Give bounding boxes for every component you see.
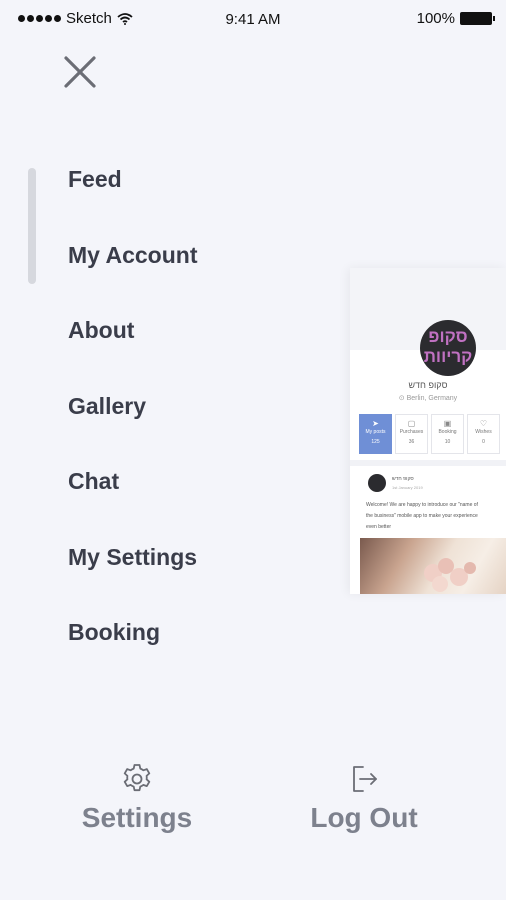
menu-item-my-account[interactable]: My Account xyxy=(68,236,198,312)
status-bar: Sketch 9:41 AM 100% xyxy=(0,0,506,38)
battery-icon xyxy=(460,12,495,25)
menu-item-chat[interactable]: Chat xyxy=(68,462,198,538)
preview-profile-name: סקופ חדש xyxy=(408,380,448,390)
preview-post-line: Welcome! We are happy to introduce our "… xyxy=(366,502,478,508)
preview-stat-my-posts: ➤ My posts 125 xyxy=(359,414,392,454)
preview-stat-label: Purchases xyxy=(399,429,424,435)
location-pin-icon: ⊙ xyxy=(398,395,407,402)
preview-stat-booking: ▣ Booking 10 xyxy=(431,414,464,454)
menu-item-gallery[interactable]: Gallery xyxy=(68,387,198,463)
menu-item-booking[interactable]: Booking xyxy=(68,613,198,689)
preview-stat-label: Booking xyxy=(438,429,457,435)
bag-icon: ▢ xyxy=(407,419,416,428)
preview-stat-wishes: ♡ Wishes 0 xyxy=(467,414,500,454)
close-icon xyxy=(64,56,96,88)
gear-icon xyxy=(123,764,151,792)
settings-button[interactable]: Settings xyxy=(47,762,227,834)
logout-icon xyxy=(353,766,377,792)
preview-location-text: Berlin, Germany xyxy=(406,395,458,402)
preview-profile-location: ⊙ Berlin, Germany xyxy=(350,394,506,402)
preview-stat-value: 10 xyxy=(444,439,451,445)
preview-stats-row: ➤ My posts 125 ▢ Purchases 36 ▣ Booking … xyxy=(359,414,500,454)
app-screen-preview[interactable]: סקופ קריוות סקופ חדש ⊙ Berlin, Germany ➤… xyxy=(350,268,506,594)
menu-item-my-settings[interactable]: My Settings xyxy=(68,538,198,614)
calendar-icon: ▣ xyxy=(443,419,452,428)
preview-stat-label: Wishes xyxy=(475,429,492,435)
preview-stat-label: My posts xyxy=(365,429,386,435)
preview-post-line: the business" mobile app to make your ex… xyxy=(366,513,478,519)
heart-icon: ♡ xyxy=(479,419,488,428)
preview-post-date: 1st January 2019 xyxy=(392,485,423,490)
logout-label: Log Out xyxy=(310,802,418,833)
battery-area: 100% xyxy=(416,10,495,27)
preview-divider xyxy=(350,460,506,466)
preview-post-author: סקופ חדש xyxy=(392,476,414,482)
preview-stat-value: 125 xyxy=(371,439,380,445)
preview-post-line: even better xyxy=(366,524,392,530)
close-button[interactable] xyxy=(62,54,98,90)
preview-stat-purchases: ▢ Purchases 36 xyxy=(395,414,428,454)
settings-label: Settings xyxy=(81,802,193,833)
preview-avatar-text-1: סקופ xyxy=(428,327,468,346)
preview-stat-value: 36 xyxy=(408,439,415,445)
battery-percentage: 100% xyxy=(416,10,455,27)
preview-post-photo xyxy=(360,538,506,594)
preview-profile-avatar: סקופ קריוות xyxy=(420,320,476,376)
preview-stat-value: 0 xyxy=(482,439,485,445)
preview-avatar-text-2: קריוות xyxy=(423,347,473,366)
menu-scroll-indicator[interactable] xyxy=(28,168,36,284)
preview-post-avatar xyxy=(368,474,386,492)
menu-item-about[interactable]: About xyxy=(68,311,198,387)
preview-post-text: Welcome! We are happy to introduce our "… xyxy=(366,500,506,533)
send-icon: ➤ xyxy=(372,419,379,428)
logout-button[interactable]: Log Out xyxy=(274,762,454,834)
menu-item-feed[interactable]: Feed xyxy=(68,160,198,236)
side-menu: Feed My Account About Gallery Chat My Se… xyxy=(68,160,198,689)
